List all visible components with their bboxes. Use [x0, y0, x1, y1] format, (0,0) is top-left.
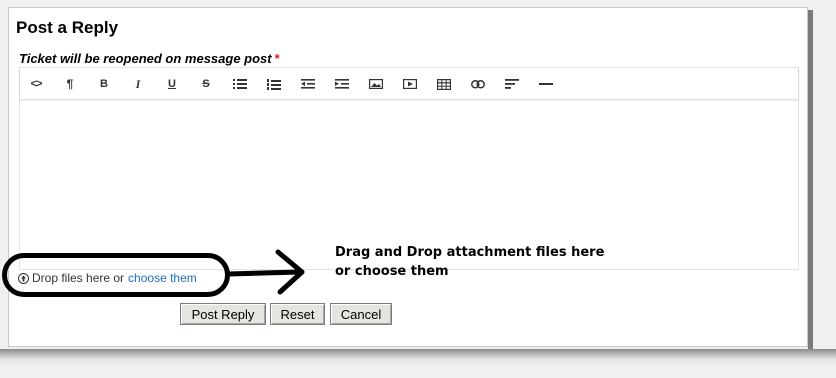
link-icon	[471, 79, 485, 89]
numbered-list-icon	[267, 78, 281, 90]
required-marker: *	[274, 51, 280, 66]
panel-shadow	[808, 10, 813, 350]
annotation-line-2: or choose them	[335, 264, 449, 279]
editor-toolbar: <> ¶ B I U S	[20, 68, 798, 99]
panel-shadow-bottom	[0, 349, 836, 378]
annotation-text: Drag and Drop attachment files here or c…	[335, 243, 635, 281]
strikethrough-icon: S	[202, 78, 210, 90]
paragraph-button[interactable]: ¶	[55, 74, 85, 94]
insert-table-button[interactable]	[429, 74, 459, 94]
bold-button[interactable]: B	[89, 74, 119, 94]
reopen-note: Ticket will be reopened on message post *	[19, 51, 280, 66]
strikethrough-button[interactable]: S	[191, 74, 221, 94]
reset-button[interactable]: Reset	[270, 303, 325, 325]
underline-button[interactable]: U	[157, 74, 187, 94]
video-icon	[403, 79, 417, 89]
code-icon: <>	[30, 78, 43, 90]
insert-link-button[interactable]	[463, 74, 493, 94]
insert-image-button[interactable]	[361, 74, 391, 94]
annotation-line-1: Drag and Drop attachment files here	[335, 245, 605, 260]
paragraph-icon: ¶	[66, 77, 74, 91]
indent-button[interactable]	[327, 74, 357, 94]
outdent-button[interactable]	[293, 74, 323, 94]
post-reply-button[interactable]: Post Reply	[180, 303, 266, 325]
image-icon	[369, 79, 383, 89]
align-button[interactable]	[497, 74, 527, 94]
annotation-arrow-icon	[226, 249, 305, 295]
ordered-list-button[interactable]	[259, 74, 289, 94]
section-title: Post a Reply	[16, 18, 119, 37]
reopen-note-text: Ticket will be reopened on message post	[19, 51, 272, 66]
upload-icon	[18, 272, 29, 284]
horizontal-rule-button[interactable]	[531, 74, 561, 94]
code-view-button[interactable]: <>	[21, 74, 51, 94]
italic-button[interactable]: I	[123, 74, 153, 94]
unordered-list-button[interactable]	[225, 74, 255, 94]
attachment-dropzone[interactable]: Drop files here or choose them	[18, 271, 197, 285]
underline-icon: U	[168, 78, 176, 90]
cancel-button[interactable]: Cancel	[330, 303, 392, 325]
rich-text-editor: <> ¶ B I U S	[19, 67, 799, 270]
bold-icon: B	[100, 78, 108, 90]
dropzone-text: Drop files here or	[32, 271, 125, 285]
choose-files-link[interactable]: choose them	[128, 271, 197, 285]
table-icon	[437, 78, 451, 90]
italic-icon: I	[135, 76, 141, 91]
outdent-icon	[301, 79, 315, 89]
insert-video-button[interactable]	[395, 74, 425, 94]
indent-icon	[335, 79, 349, 89]
horizontal-rule-icon	[539, 83, 553, 85]
bullet-list-icon	[233, 79, 247, 89]
align-left-icon	[505, 79, 519, 89]
